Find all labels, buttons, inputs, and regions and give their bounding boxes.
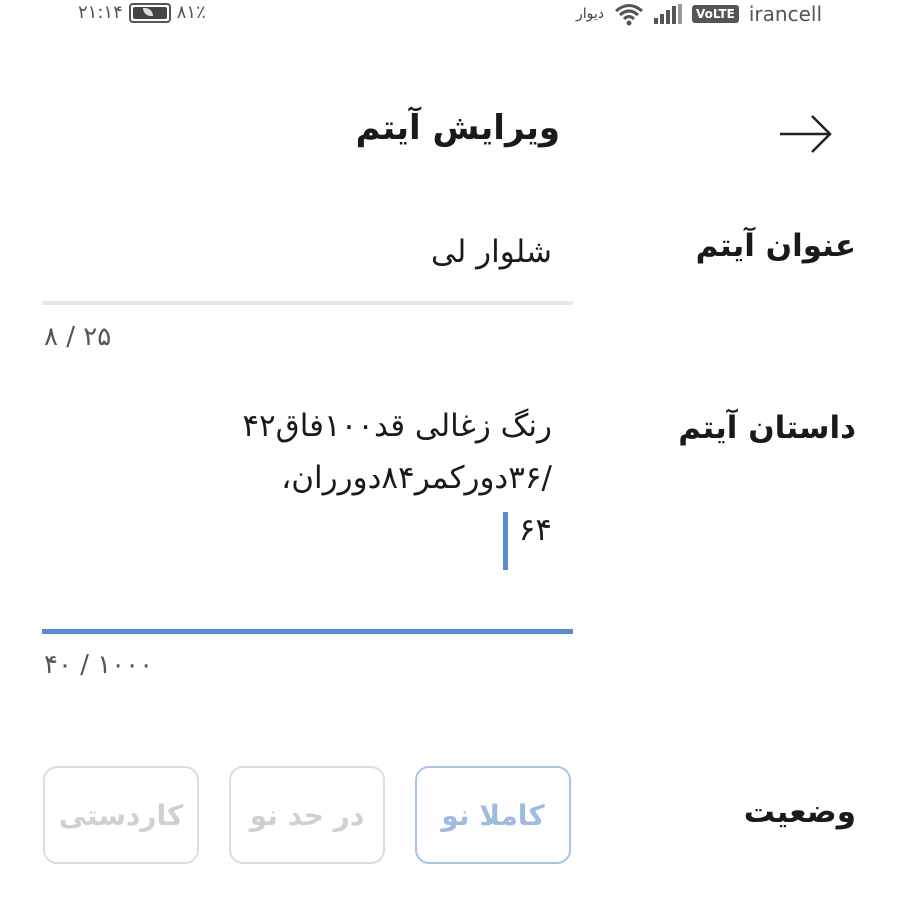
- story-counter: ۴۰ / ۱۰۰۰: [44, 650, 154, 680]
- divar-label: دیوار: [575, 6, 604, 22]
- carrier-name: irancell: [748, 2, 822, 26]
- story-line: ۶۴: [518, 512, 552, 548]
- story-line: /۳۶دورکمر۸۴دورران،: [281, 460, 552, 496]
- status-option-new[interactable]: کاملا نو: [415, 766, 571, 864]
- battery-icon: [128, 2, 171, 23]
- status-label: وضعیت: [743, 794, 856, 830]
- signal-icon: [653, 4, 682, 24]
- text-caret: [503, 512, 508, 570]
- title-label: عنوان آیتم: [695, 228, 856, 264]
- arrow-right-icon[interactable]: [778, 112, 834, 156]
- story-label: داستان آیتم: [678, 410, 856, 446]
- title-counter: ۸ / ۲۵: [44, 322, 112, 352]
- story-line: رنگ زغالی قد۱۰۰فاق۴۲: [242, 408, 552, 444]
- status-bar: ۲۱:۱۴ ۸۱٪ دیوار VoLTE irancell: [0, 0, 900, 32]
- title-input[interactable]: شلوار لی: [431, 234, 552, 270]
- status-option-used[interactable]: کاردستی: [43, 766, 199, 864]
- story-textarea[interactable]: رنگ زغالی قد۱۰۰فاق۴۲ /۳۶دورکمر۸۴دورران، …: [192, 400, 552, 556]
- page-title: ویرایش آیتم: [355, 108, 560, 148]
- status-option-like-new[interactable]: در حد نو: [229, 766, 385, 864]
- status-left: ۲۱:۱۴ ۸۱٪: [78, 2, 206, 23]
- title-underline: [42, 301, 573, 305]
- battery-percent: ۸۱٪: [176, 2, 206, 23]
- wifi-icon: [614, 4, 643, 26]
- volte-badge: VoLTE: [691, 5, 739, 23]
- status-right: دیوار VoLTE irancell: [576, 2, 822, 26]
- story-underline: [42, 629, 573, 634]
- clock: ۲۱:۱۴: [78, 2, 123, 23]
